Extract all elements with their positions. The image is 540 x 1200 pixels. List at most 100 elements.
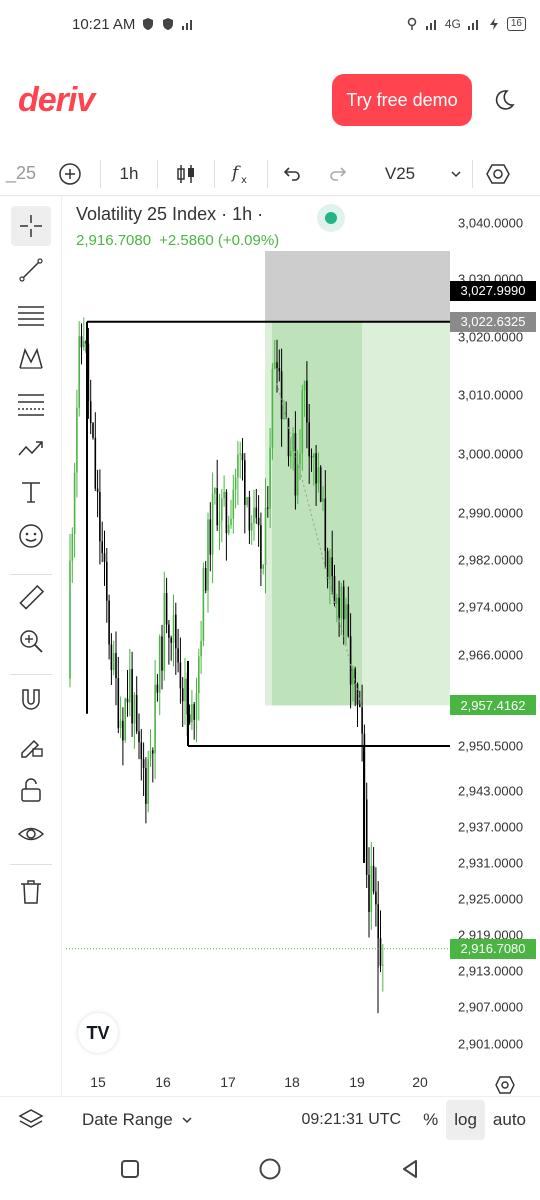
home-icon[interactable] bbox=[258, 1157, 282, 1186]
eye-icon[interactable] bbox=[11, 814, 51, 854]
market-open-indicator bbox=[317, 204, 345, 232]
undo-icon[interactable] bbox=[268, 152, 316, 196]
utc-clock[interactable]: 09:21:31 UTC bbox=[301, 1111, 401, 1129]
candle-body bbox=[138, 731, 140, 743]
price-axis-label: 2,913.0000 bbox=[458, 963, 524, 979]
log-scale-button[interactable]: log bbox=[446, 1099, 485, 1140]
shield-icon bbox=[163, 18, 174, 30]
candle-body bbox=[379, 938, 382, 966]
indicators-icon[interactable]: fx bbox=[215, 152, 267, 196]
candle-body bbox=[181, 688, 184, 702]
candle-body bbox=[267, 507, 269, 509]
candle-body bbox=[80, 336, 83, 348]
candlestick-icon[interactable] bbox=[158, 152, 214, 196]
candle-body bbox=[347, 604, 350, 637]
price-change: +2.5860 (+0.09%) bbox=[159, 232, 280, 249]
candle-body bbox=[110, 644, 113, 671]
tradingview-logo[interactable]: TV bbox=[78, 1013, 118, 1053]
candle-body bbox=[241, 453, 244, 461]
symbol-select[interactable]: V25 bbox=[360, 152, 440, 196]
price-axis-label: 2,990.0000 bbox=[458, 505, 524, 521]
candle-body bbox=[76, 407, 78, 473]
candle-body bbox=[115, 653, 117, 679]
candle-body bbox=[207, 519, 209, 591]
candle-body bbox=[147, 759, 149, 804]
fib-icon[interactable] bbox=[11, 384, 51, 424]
recents-icon[interactable] bbox=[119, 1158, 141, 1185]
candle-body bbox=[108, 600, 110, 645]
ruler-icon[interactable] bbox=[11, 578, 51, 618]
pattern-icon[interactable] bbox=[11, 339, 51, 379]
date-range-button[interactable]: Date Range bbox=[82, 1110, 193, 1130]
candle-body bbox=[308, 422, 310, 457]
unlock-icon[interactable] bbox=[11, 770, 51, 810]
lock-drawings-icon[interactable] bbox=[11, 726, 51, 766]
layers-icon[interactable] bbox=[0, 1107, 62, 1133]
site-header: deriv Try free demo bbox=[0, 48, 540, 152]
chart-title: Volatility 25 Index · 1h · bbox=[76, 204, 264, 224]
settings-icon[interactable] bbox=[473, 152, 523, 196]
trend-line-icon[interactable] bbox=[11, 250, 51, 290]
shield-icon bbox=[143, 18, 154, 30]
candle-body bbox=[71, 533, 74, 561]
candle-body bbox=[287, 418, 290, 457]
candle-body bbox=[112, 653, 115, 671]
symbol-fragment[interactable]: _25 bbox=[0, 163, 40, 184]
percent-scale-button[interactable]: % bbox=[415, 1100, 446, 1140]
redo-icon[interactable] bbox=[316, 152, 360, 196]
horizontal-lines-icon[interactable] bbox=[11, 295, 51, 335]
magnet-icon[interactable] bbox=[11, 680, 51, 720]
candle-body bbox=[375, 891, 377, 905]
candle-body bbox=[117, 678, 120, 728]
forecast-icon[interactable] bbox=[11, 428, 51, 468]
try-free-demo-button[interactable]: Try free demo bbox=[332, 74, 472, 126]
candle-body bbox=[170, 637, 172, 643]
price-axis-label: 2,950.5000 bbox=[458, 738, 524, 754]
candle-body bbox=[315, 453, 317, 484]
candle-body bbox=[326, 551, 329, 580]
charging-icon bbox=[489, 18, 498, 30]
candle-body bbox=[214, 488, 216, 494]
moon-icon[interactable] bbox=[486, 82, 522, 118]
candle-body bbox=[370, 865, 373, 912]
candle-body bbox=[200, 640, 202, 657]
candle-body bbox=[372, 865, 375, 892]
candle-body bbox=[329, 557, 331, 580]
candle-body bbox=[271, 368, 274, 448]
text-icon[interactable] bbox=[11, 472, 51, 512]
candle-body bbox=[264, 507, 267, 566]
price-axis-label: 3,020.0000 bbox=[458, 329, 524, 345]
timeframe-button[interactable]: 1h bbox=[101, 152, 157, 196]
candle-body bbox=[313, 453, 315, 458]
price-axis-label: 2,943.0000 bbox=[458, 783, 524, 799]
candle-body bbox=[338, 597, 340, 618]
candle-body bbox=[119, 720, 122, 728]
candle-body bbox=[306, 380, 308, 423]
candle-body bbox=[69, 560, 71, 679]
chevron-down-icon[interactable] bbox=[440, 152, 472, 196]
candle-body bbox=[244, 460, 246, 505]
back-icon[interactable] bbox=[399, 1158, 421, 1185]
candle-body bbox=[253, 507, 255, 524]
candle-body bbox=[324, 498, 327, 552]
crosshair-icon[interactable] bbox=[11, 206, 51, 246]
auto-scale-button[interactable]: auto bbox=[485, 1100, 534, 1140]
candle-body bbox=[269, 447, 271, 509]
price-axis-label: 3,000.0000 bbox=[458, 446, 524, 462]
candle-body bbox=[225, 491, 228, 534]
trash-icon[interactable] bbox=[11, 872, 51, 912]
emoji-icon[interactable] bbox=[11, 516, 51, 556]
price-chart[interactable]: Volatility 25 Index · 1h · 2,916.7080 +2… bbox=[62, 196, 540, 1094]
candle-body bbox=[131, 669, 133, 724]
candle-body bbox=[234, 477, 237, 490]
candle-body bbox=[133, 694, 136, 724]
last-price: 2,916.7080 bbox=[76, 232, 152, 249]
status-bar: 10:21 AM 4G 16 bbox=[0, 0, 540, 48]
add-icon[interactable] bbox=[40, 152, 100, 196]
time-axis-label: 15 bbox=[90, 1074, 106, 1090]
deriv-logo[interactable]: deriv bbox=[18, 81, 95, 120]
price-axis-label: 2,907.0000 bbox=[458, 999, 524, 1015]
candle-body bbox=[156, 684, 159, 693]
zoom-in-icon[interactable] bbox=[11, 621, 51, 661]
chart-bottom-bar: Date Range 09:21:31 UTC % log auto bbox=[0, 1096, 540, 1142]
